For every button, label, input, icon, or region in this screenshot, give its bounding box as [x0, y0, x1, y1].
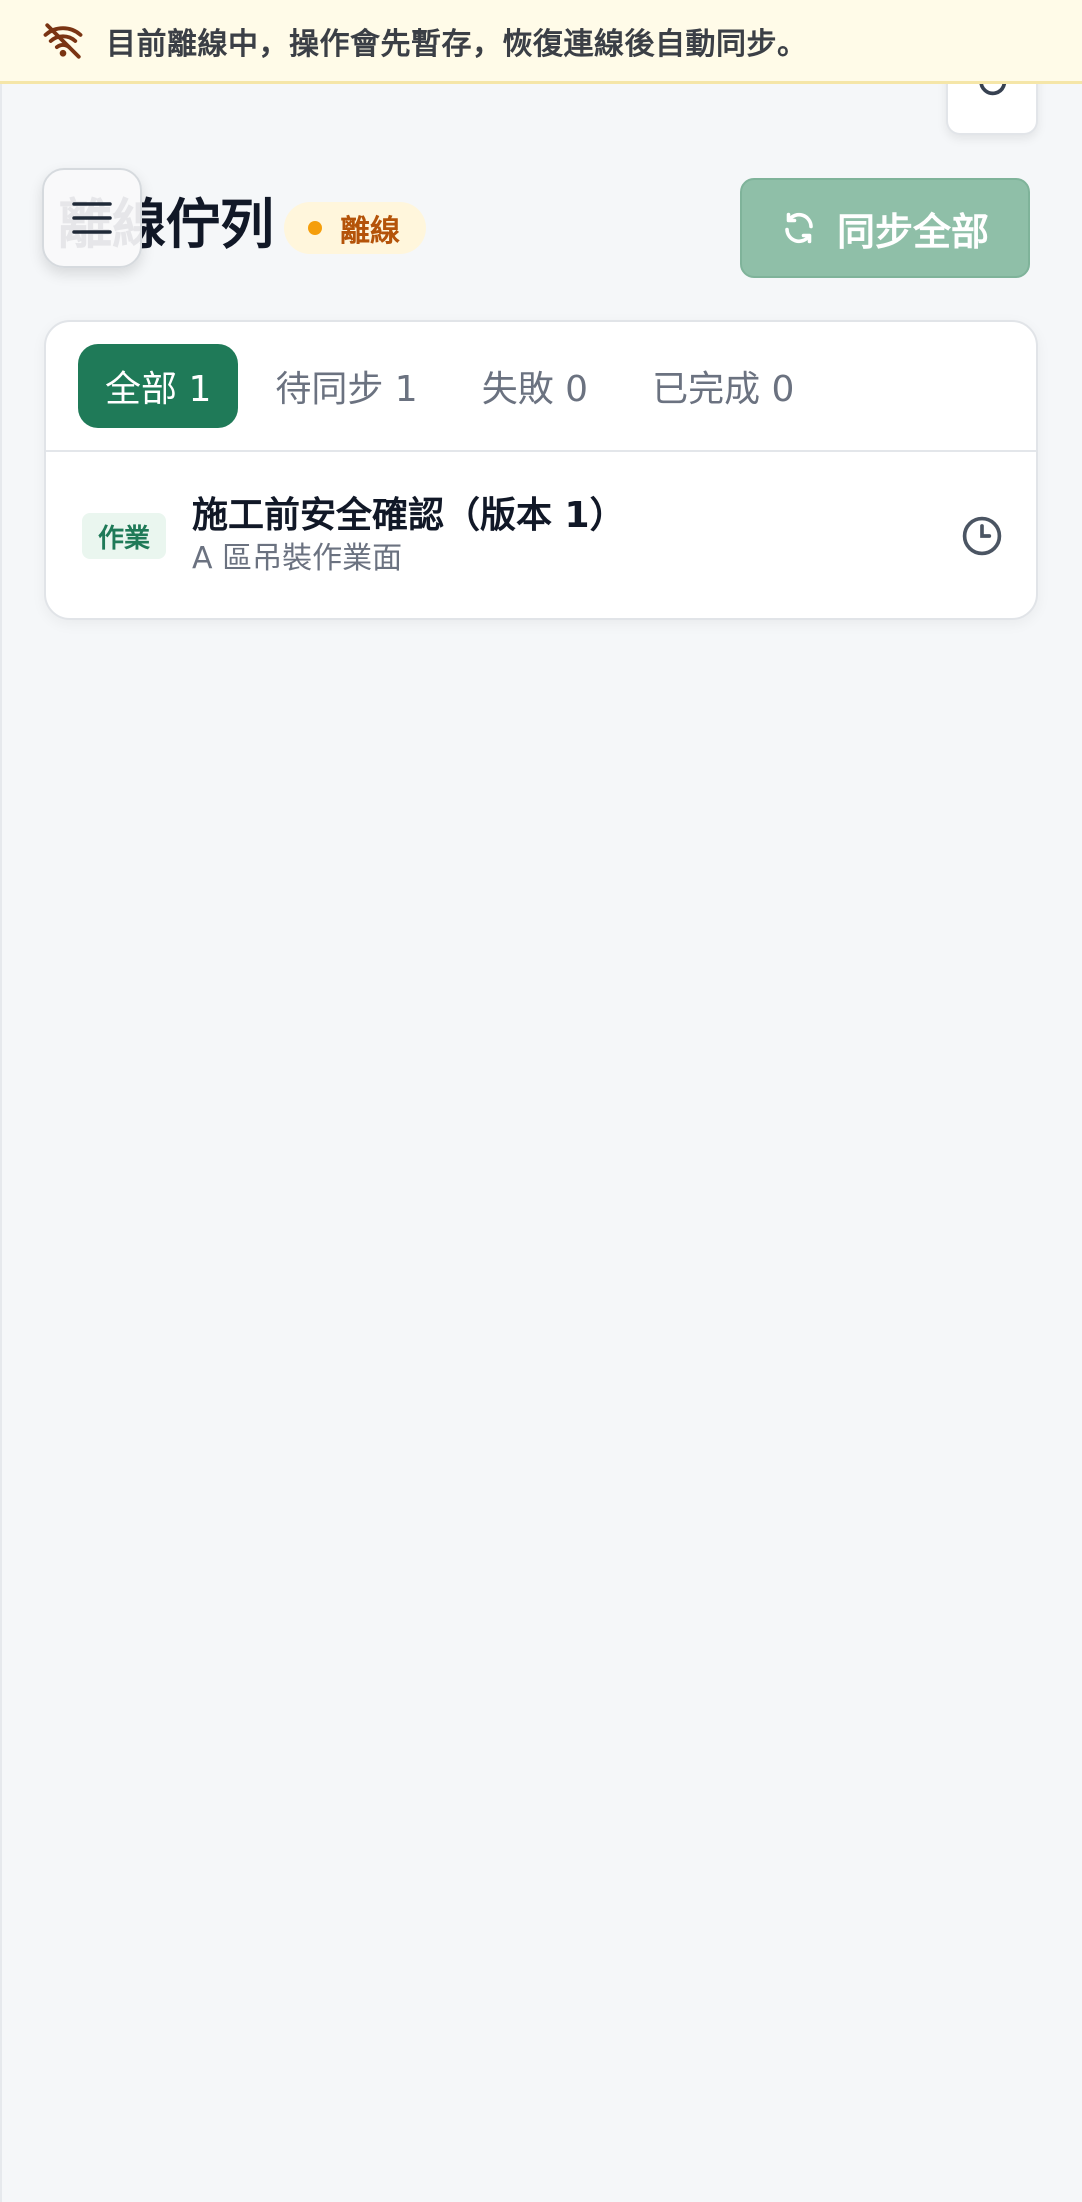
hamburger-menu-icon: [72, 202, 112, 234]
queue-item-title: 施工前安全確認（版本 1）: [192, 495, 626, 536]
queue-item-subtitle: A 區吊裝作業面: [192, 541, 403, 576]
left-edge-divider: [0, 84, 2, 2202]
connection-status-label: 離線: [340, 214, 400, 249]
tab-failed[interactable]: 失敗 0: [455, 344, 615, 428]
tab-completed[interactable]: 已完成 0: [625, 344, 821, 428]
offline-banner-text: 目前離線中，操作會先暫存，恢復連線後自動同步。: [106, 26, 808, 62]
offline-queue-screen: 目前離線中，操作會先暫存，恢復連線後自動同步。 離線佇列 離線 同步全部 全部 …: [0, 0, 1082, 2202]
filter-tabs: 全部 1 待同步 1 失敗 0 已完成 0: [46, 322, 1036, 452]
status-dot: [308, 221, 322, 235]
item-type-badge: 作業: [82, 513, 167, 559]
queue-card: 全部 1 待同步 1 失敗 0 已完成 0 作業 施工前安全確認（版本 1） A…: [44, 320, 1038, 620]
tab-all[interactable]: 全部 1: [78, 344, 239, 428]
queue-item-text: 施工前安全確認（版本 1） A 區吊裝作業面: [192, 493, 960, 579]
wifi-off-icon: [42, 20, 84, 62]
sync-all-button[interactable]: 同步全部: [740, 178, 1030, 278]
sync-icon: [781, 210, 817, 246]
clock-icon: [960, 514, 1004, 558]
sync-all-label: 同步全部: [836, 209, 989, 254]
tab-pending[interactable]: 待同步 1: [248, 344, 444, 428]
offline-banner: 目前離線中，操作會先暫存，恢復連線後自動同步。: [0, 0, 1082, 84]
menu-button[interactable]: [42, 168, 142, 268]
connection-status-badge: 離線: [284, 202, 426, 254]
queue-item[interactable]: 作業 施工前安全確認（版本 1） A 區吊裝作業面: [46, 452, 1036, 618]
